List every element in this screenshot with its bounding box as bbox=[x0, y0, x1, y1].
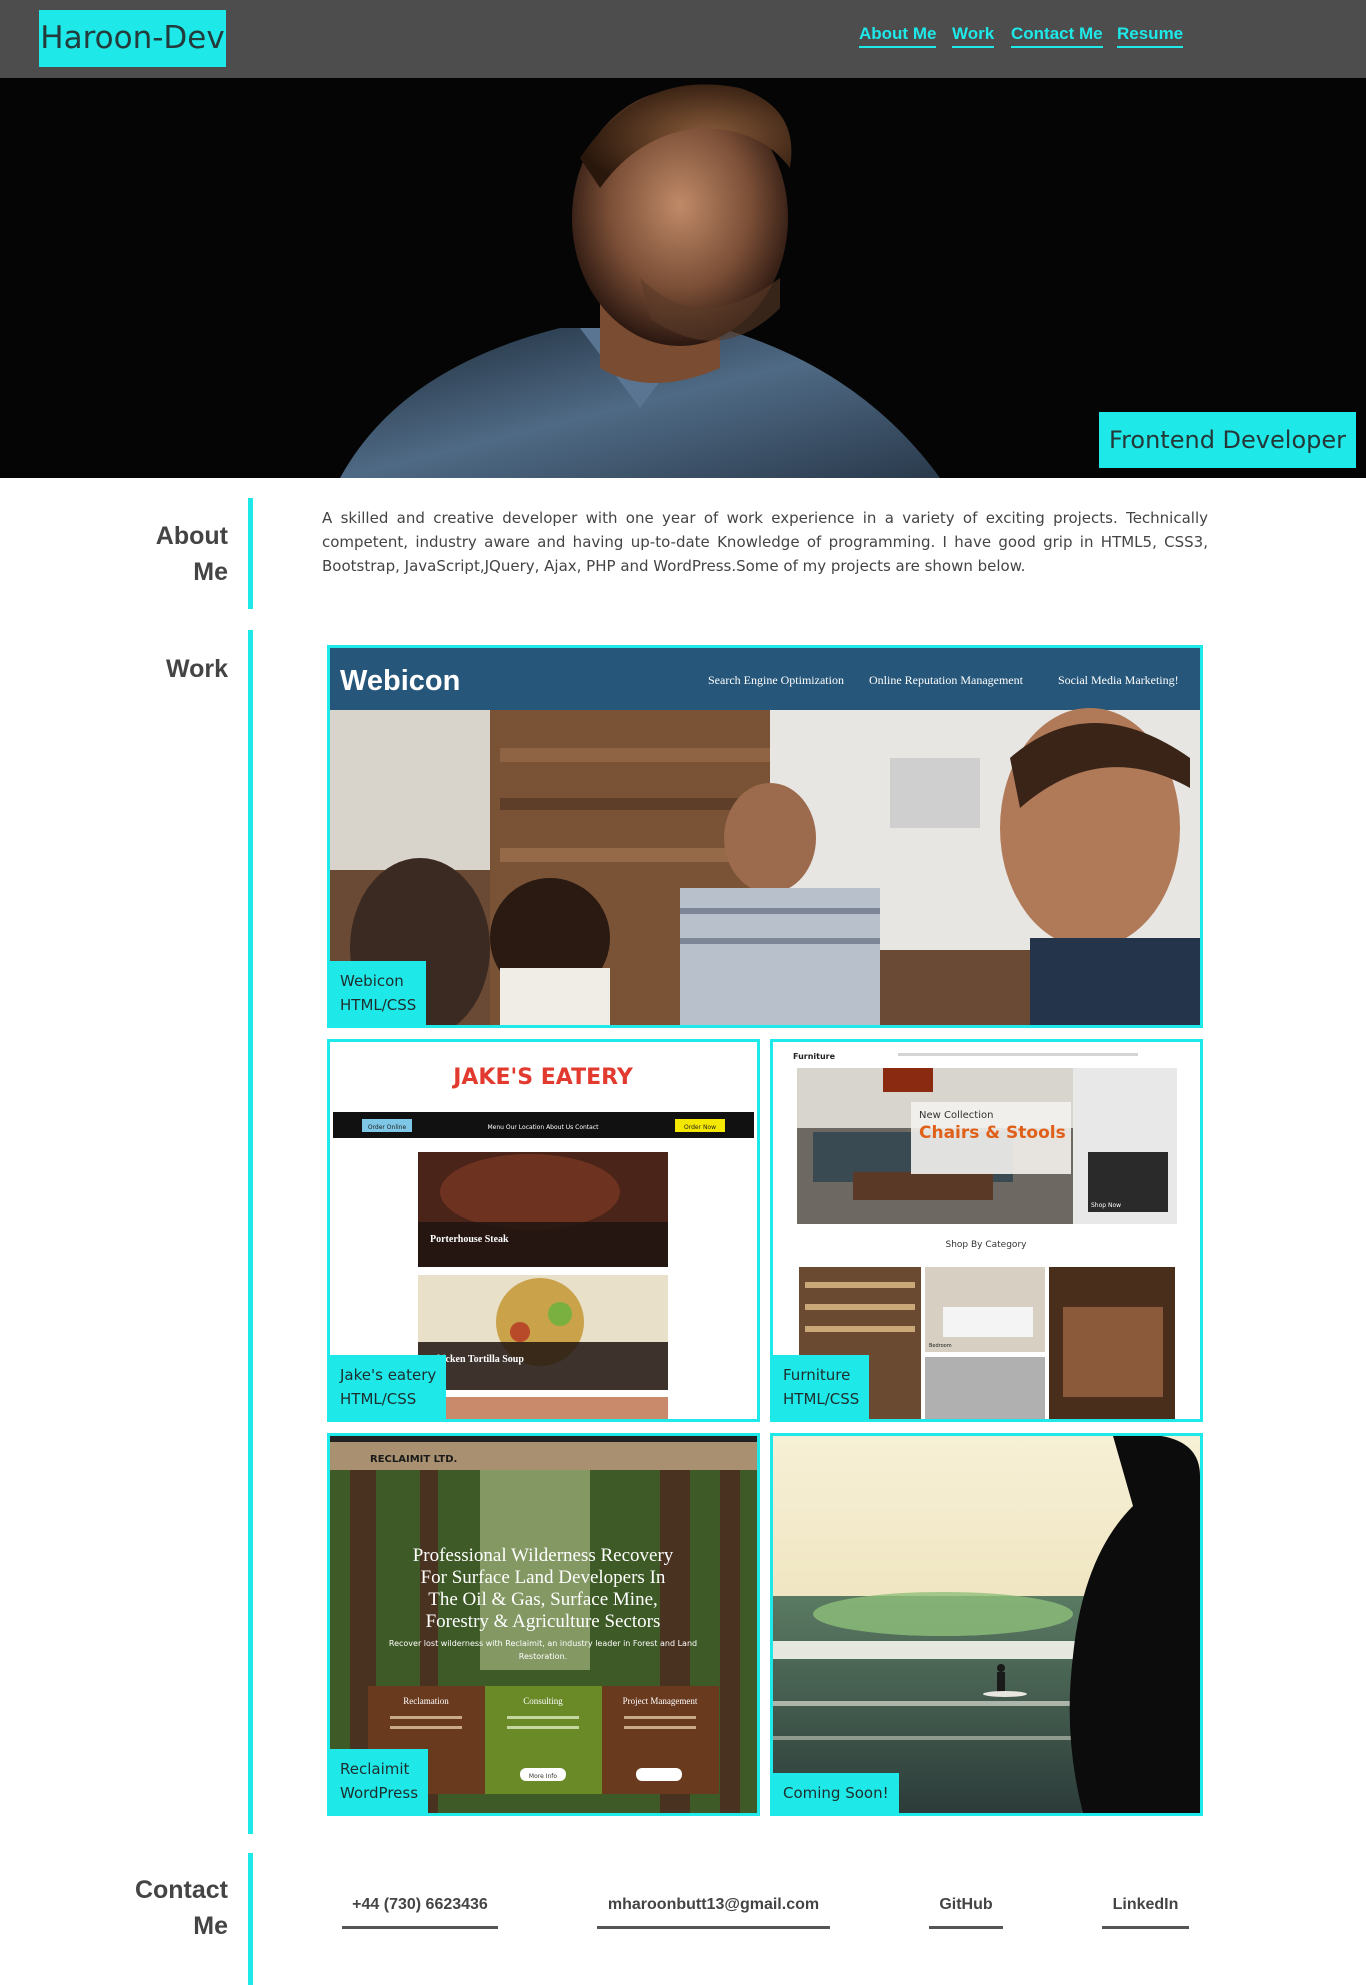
contact-section-title: Contact Me bbox=[80, 1872, 228, 1944]
reclaimit-sub-2: Restoration. bbox=[519, 1652, 567, 1661]
contact-linkedin[interactable]: LinkedIn bbox=[1102, 1896, 1189, 1929]
nav-work[interactable]: Work bbox=[952, 24, 995, 48]
jakes-order-now: Order Now bbox=[684, 1124, 716, 1131]
reclaimit-col-1: Reclamation bbox=[403, 1696, 449, 1706]
webicon-nav-orm: Online Reputation Management bbox=[869, 673, 1024, 687]
jakes-menu: Menu Our Location About Us Contact bbox=[488, 1124, 600, 1131]
project-tech: HTML/CSS bbox=[783, 1390, 860, 1408]
furniture-new-collection: New Collection bbox=[919, 1110, 993, 1121]
about-section-title: About Me bbox=[110, 518, 228, 590]
about-title-line2: Me bbox=[193, 558, 228, 586]
reclaimit-headline-2: For Surface Land Developers In bbox=[421, 1567, 666, 1588]
work-divider bbox=[248, 630, 253, 1834]
reclaimit-headline-1: Professional Wilderness Recovery bbox=[413, 1545, 674, 1566]
contact-phone[interactable]: +44 (730) 6623436 bbox=[342, 1896, 498, 1929]
project-label-coming-soon: Coming Soon! bbox=[773, 1773, 899, 1813]
coming-soon-surf-image bbox=[773, 1436, 1200, 1813]
reclaimit-logo: RECLAIMIT LTD. bbox=[370, 1454, 457, 1465]
about-divider bbox=[248, 498, 253, 609]
contact-email[interactable]: mharoonbutt13@gmail.com bbox=[597, 1896, 830, 1929]
project-tech: WordPress bbox=[340, 1784, 419, 1802]
reclaimit-col-3: Project Management bbox=[623, 1696, 698, 1706]
furniture-category: Shop By Category bbox=[946, 1240, 1028, 1250]
reclaimit-sub-1: Recover lost wilderness with Reclaimit, … bbox=[389, 1639, 697, 1648]
reclaimit-headline-3: The Oil & Gas, Surface Mine, bbox=[428, 1589, 658, 1610]
project-name: Reclaimit bbox=[340, 1760, 410, 1778]
project-name: Jake's eatery bbox=[340, 1366, 437, 1384]
project-label-reclaimit: Reclaimit WordPress bbox=[330, 1749, 429, 1813]
webicon-screenshot: Webicon Search Engine Optimization Onlin… bbox=[330, 648, 1200, 1025]
reclaimit-headline-4: Forestry & Agriculture Sectors bbox=[426, 1611, 661, 1632]
reclaimit-btn: More Info bbox=[529, 1773, 557, 1780]
webicon-nav-seo: Search Engine Optimization bbox=[708, 673, 844, 687]
top-navbar: Haroon-Dev About Me Work Contact Me Resu… bbox=[0, 0, 1366, 78]
furniture-headline: Chairs & Stools bbox=[919, 1123, 1066, 1143]
hero-banner: Frontend Developer bbox=[0, 78, 1366, 478]
project-card-jakes-eatery[interactable]: JAKE'S EATERY Order Online Menu Our Loca… bbox=[327, 1039, 760, 1422]
project-label-webicon: Webicon HTML/CSS bbox=[330, 961, 427, 1025]
project-name: Webicon bbox=[340, 972, 404, 990]
contact-title-line1: Contact bbox=[134, 1876, 228, 1904]
webicon-nav-smm: Social Media Marketing! bbox=[1058, 673, 1179, 687]
hero-role-badge: Frontend Developer bbox=[1099, 412, 1356, 468]
project-card-webicon[interactable]: Webicon Search Engine Optimization Onlin… bbox=[327, 645, 1203, 1028]
about-title-line1: About bbox=[155, 522, 228, 550]
contact-divider bbox=[248, 1853, 253, 1985]
reclaimit-col-2: Consulting bbox=[523, 1696, 563, 1706]
brand-logo[interactable]: Haroon-Dev bbox=[39, 10, 226, 67]
nav-contact[interactable]: Contact Me bbox=[1011, 24, 1103, 48]
furniture-logo: Furniture bbox=[793, 1052, 836, 1061]
furniture-shop-now: Shop Now bbox=[1091, 1202, 1121, 1209]
contact-title-line2: Me bbox=[193, 1912, 228, 1940]
project-name: Furniture bbox=[783, 1366, 851, 1384]
project-name: Coming Soon! bbox=[783, 1784, 889, 1802]
jakes-order-online: Order Online bbox=[368, 1124, 407, 1131]
project-label-furniture: Furniture HTML/CSS bbox=[773, 1355, 870, 1419]
jakes-logo: JAKE'S EATERY bbox=[451, 1065, 634, 1090]
furniture-bedroom: Bedroom bbox=[929, 1343, 952, 1349]
work-section-title: Work bbox=[165, 655, 228, 683]
project-card-furniture[interactable]: Furniture New Collection Chairs & Stools… bbox=[770, 1039, 1203, 1422]
jakes-dish1: Porterhouse Steak bbox=[430, 1234, 509, 1245]
nav-resume[interactable]: Resume bbox=[1117, 24, 1184, 48]
project-label-jakes-eatery: Jake's eatery HTML/CSS bbox=[330, 1355, 447, 1419]
about-text: A skilled and creative developer with on… bbox=[322, 509, 1208, 575]
webicon-logo: Webicon bbox=[340, 665, 460, 697]
project-tech: HTML/CSS bbox=[340, 996, 417, 1014]
project-tech: HTML/CSS bbox=[340, 1390, 417, 1408]
project-card-reclaimit[interactable]: RECLAIMIT LTD. Professional Wilderness R… bbox=[327, 1433, 760, 1816]
nav-about[interactable]: About Me bbox=[859, 24, 937, 48]
project-card-coming-soon[interactable]: Coming Soon! bbox=[770, 1433, 1203, 1816]
contact-github[interactable]: GitHub bbox=[929, 1896, 1003, 1929]
